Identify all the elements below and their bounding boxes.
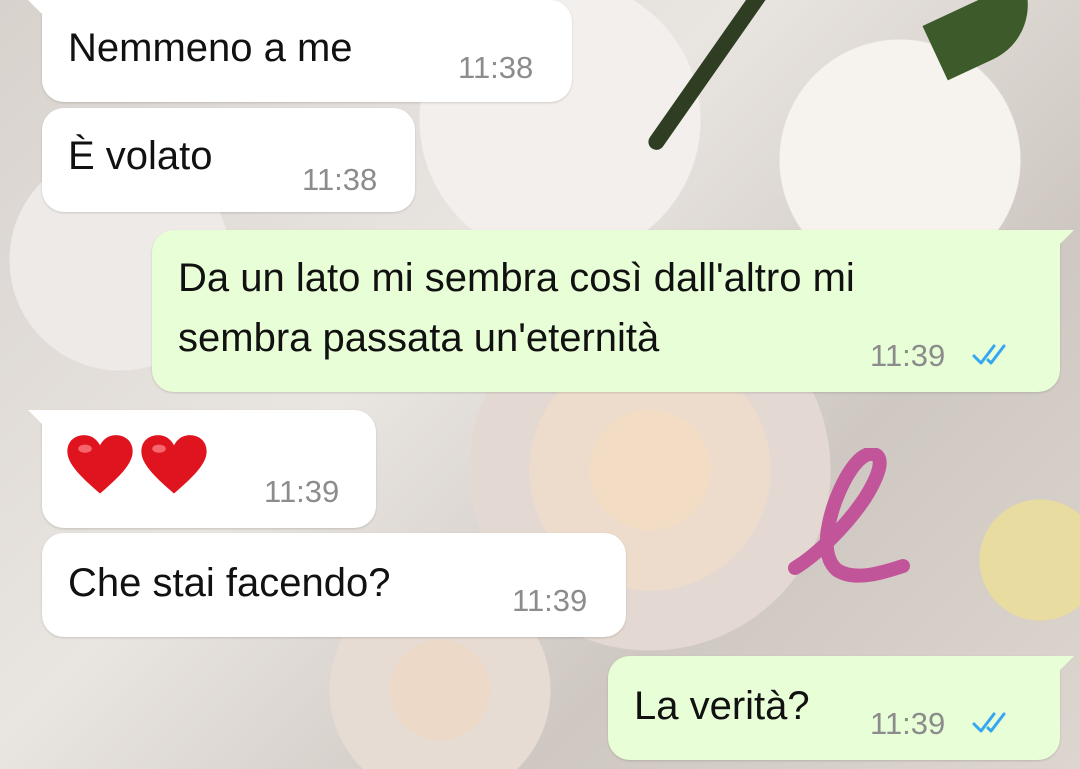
- double-check-read-icon: [972, 712, 1006, 733]
- message-timestamp: 11:39: [264, 474, 340, 509]
- red-heart-icon: [141, 435, 208, 494]
- wallpaper-stem: [645, 0, 774, 154]
- wallpaper-leaf: [922, 0, 1048, 81]
- message-bubble-incoming[interactable]: 11:39: [28, 410, 376, 528]
- message-bubble-outgoing[interactable]: La verità? 11:39: [608, 656, 1074, 760]
- message-text-line: sembra passata un'eternità: [178, 316, 660, 360]
- message-text: Nemmeno a me: [68, 26, 353, 70]
- red-heart-icon: [67, 435, 133, 494]
- message-bubble-incoming[interactable]: Che stai facendo? 11:39: [42, 533, 626, 637]
- double-check-read-icon: [972, 344, 1006, 365]
- message-bubble-incoming[interactable]: È volato 11:38: [42, 108, 415, 212]
- pink-scribble-annotation: [788, 448, 910, 583]
- message-text-line: Da un lato mi sembra così dall'altro mi: [178, 256, 855, 300]
- message-timestamp: 11:39: [512, 583, 588, 618]
- emoji-row: [66, 430, 210, 505]
- message-timestamp: 11:39: [870, 706, 946, 741]
- message-text: È volato: [68, 134, 213, 178]
- message-timestamp: 11:38: [458, 50, 534, 85]
- message-text: La verità?: [634, 684, 810, 728]
- message-timestamp: 11:38: [302, 162, 378, 197]
- message-bubble-outgoing[interactable]: Da un lato mi sembra così dall'altro mi …: [152, 230, 1074, 392]
- message-timestamp: 11:39: [870, 338, 946, 373]
- message-bubble-incoming[interactable]: Nemmeno a me 11:38: [28, 0, 572, 102]
- message-text: Che stai facendo?: [68, 561, 391, 605]
